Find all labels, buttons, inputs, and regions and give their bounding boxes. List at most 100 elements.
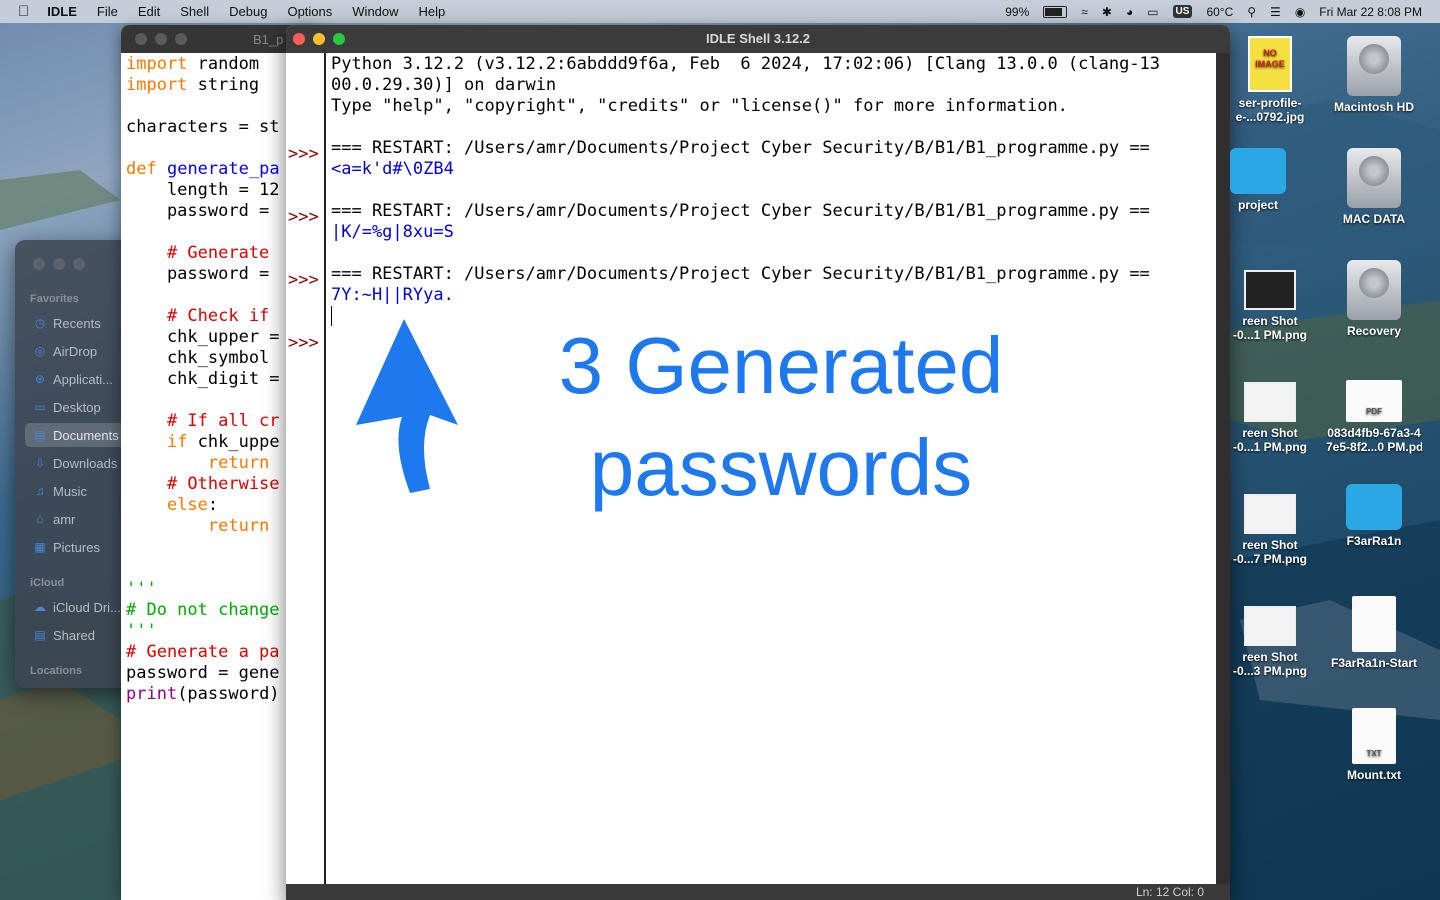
finder-close-button[interactable]: [33, 258, 45, 270]
shell-prompt: >>>: [288, 270, 319, 290]
editor-minimize-button[interactable]: [155, 33, 167, 45]
cursor-position: Ln: 12 Col: 0: [1135, 885, 1204, 899]
code-line: # Generate: [126, 243, 280, 264]
document-file-icon: [1352, 596, 1396, 652]
idle-shell-window: IDLE Shell 3.12.2 >>> >>> >>> >>> Python…: [286, 25, 1230, 900]
code-line: password = gene: [126, 663, 280, 684]
desktop-file-screenshot-4[interactable]: reen Shot -0...3 PM.png: [1222, 606, 1318, 678]
music-icon: ♫: [35, 484, 45, 498]
desktop-folder-f3arra1n[interactable]: F3arRa1n: [1326, 484, 1422, 548]
finder-zoom-button[interactable]: [73, 258, 85, 270]
bluetooth-icon[interactable]: ✱: [1102, 5, 1112, 19]
sidebar-item-documents[interactable]: ▤ Documents: [25, 423, 135, 447]
desktop-folder-project[interactable]: project: [1210, 148, 1306, 212]
desktop-drive-macintosh-hd[interactable]: Macintosh HD: [1326, 36, 1422, 114]
shell-output-line: === RESTART: /Users/amr/Documents/Projec…: [331, 138, 1150, 158]
desktop-file-screenshot-3[interactable]: reen Shot -0...7 PM.png: [1222, 494, 1318, 566]
shell-output-area[interactable]: Python 3.12.2 (v3.12.2:6abddd9f6a, Feb 6…: [331, 54, 1216, 306]
desktop-file-screenshot-2[interactable]: reen Shot -0...1 PM.png: [1222, 382, 1318, 454]
shell-status-bar: Ln: 12 Col: 0: [286, 884, 1230, 900]
sidebar-item-recents[interactable]: ◷ Recents: [25, 311, 135, 335]
code-token: print: [126, 684, 178, 704]
hard-drive-icon: [1347, 260, 1401, 320]
desktop-drive-recovery[interactable]: Recovery: [1326, 260, 1422, 338]
menu-debug[interactable]: Debug: [219, 4, 277, 19]
code-line: characters = st: [126, 117, 280, 138]
apple-menu-icon[interactable]: : [0, 3, 37, 20]
menu-app-idle[interactable]: IDLE: [37, 4, 87, 19]
menubar-clock[interactable]: Fri Mar 22 8:08 PM: [1319, 5, 1422, 19]
code-token: def: [126, 159, 157, 179]
wifi-icon[interactable]: ≈: [1081, 5, 1088, 19]
editor-zoom-button[interactable]: [175, 33, 187, 45]
code-line: return: [126, 453, 280, 474]
sidebar-item-desktop[interactable]: ▭ Desktop: [25, 395, 135, 419]
code-line: import random: [126, 54, 280, 75]
desktop-drive-mac-data[interactable]: MAC DATA: [1326, 148, 1422, 226]
screenshot-thumbnail-icon: [1244, 494, 1296, 534]
sidebar-item-shared[interactable]: ▤ Shared: [25, 623, 135, 647]
menu-window[interactable]: Window: [342, 4, 408, 19]
code-line: # If all cr: [126, 411, 280, 432]
menu-help[interactable]: Help: [409, 4, 456, 19]
sidebar-item-home[interactable]: ⌂ amr: [25, 507, 135, 531]
cloud-icon: ☁: [34, 600, 46, 614]
sidebar-item-applications[interactable]: ⊛ Applicati...: [25, 367, 135, 391]
menu-file[interactable]: File: [87, 4, 128, 19]
desktop-file-screenshot-1[interactable]: reen Shot -0...1 PM.png: [1222, 270, 1318, 342]
code-token: length = 12: [126, 180, 280, 200]
editor-close-button[interactable]: [135, 33, 147, 45]
sidebar-item-music[interactable]: ♫ Music: [25, 479, 135, 503]
desktop-file-pdf[interactable]: PDF 083d4fb9-67a3-4 7e5-8f2...0 PM.pdf: [1326, 380, 1422, 454]
desktop-file-f3arra1n-start[interactable]: F3arRa1n-Start: [1326, 596, 1422, 670]
shell-output-line: [331, 180, 1216, 201]
keyboard-input-icon[interactable]: US: [1172, 5, 1193, 18]
code-token: password =: [126, 264, 280, 284]
shell-titlebar[interactable]: IDLE Shell 3.12.2: [286, 25, 1230, 53]
code-line: password =: [126, 201, 280, 222]
generated-password-line: 7Y:~H||RYya.: [331, 285, 454, 305]
desktop-file-mount-txt[interactable]: TXT Mount.txt: [1326, 708, 1422, 782]
shell-prompt: >>>: [288, 207, 319, 227]
code-token: ''': [126, 579, 157, 599]
folder-icon: [1346, 484, 1402, 530]
shell-output-line: 00.0.29.30)] on darwin: [331, 75, 557, 95]
menu-shell[interactable]: Shell: [170, 4, 219, 19]
home-icon: ⌂: [36, 512, 44, 526]
code-token: (password): [177, 684, 280, 704]
code-line: # Generate a pa: [126, 642, 280, 663]
code-token: generate_pa: [166, 159, 280, 179]
code-token: # Generate: [126, 243, 280, 263]
sidebar-item-icloud-drive[interactable]: ☁ iCloud Dri...: [25, 595, 135, 619]
code-line: if chk_uppe: [126, 432, 280, 453]
code-line: # Do not change: [126, 600, 280, 621]
hard-drive-icon: [1347, 36, 1401, 96]
applications-icon: ⊛: [34, 372, 46, 386]
shell-output-line: Type "help", "copyright", "credits" or "…: [331, 96, 1068, 116]
text-file-icon: TXT: [1352, 708, 1396, 764]
temperature-readout[interactable]: 60°C: [1206, 5, 1233, 19]
editor-code-area[interactable]: import random import string characters = s…: [126, 54, 280, 705]
folder-icon: [1230, 148, 1286, 194]
desktop-file-profile-image[interactable]: NO IMAGE ser-profile- e-...0792.jpg: [1222, 36, 1318, 124]
sidebar-item-pictures[interactable]: ▦ Pictures: [25, 535, 135, 559]
display-icon[interactable]: ▭: [1147, 5, 1158, 19]
code-token: # Check if: [126, 306, 280, 326]
pictures-icon: ▦: [34, 540, 46, 554]
spotlight-search-icon[interactable]: ⚲: [1247, 5, 1256, 19]
siri-icon[interactable]: ◉: [1295, 5, 1305, 19]
headphones-icon[interactable]: ◕: [1126, 5, 1133, 19]
battery-icon[interactable]: [1043, 5, 1068, 18]
screenshot-thumbnail-icon: [1244, 382, 1296, 422]
sidebar-item-airdrop[interactable]: ◎ AirDrop: [25, 339, 135, 363]
menu-options[interactable]: Options: [277, 4, 342, 19]
sidebar-item-downloads[interactable]: ⇩ Downloads: [25, 451, 135, 475]
screenshot-thumbnail-icon: [1244, 606, 1296, 646]
code-line: ''': [126, 579, 280, 600]
finder-minimize-button[interactable]: [53, 258, 65, 270]
control-center-icon[interactable]: ☰: [1270, 5, 1281, 19]
shell-output-line: Python 3.12.2 (v3.12.2:6abddd9f6a, Feb 6…: [331, 54, 1161, 74]
menu-edit[interactable]: Edit: [128, 4, 170, 19]
